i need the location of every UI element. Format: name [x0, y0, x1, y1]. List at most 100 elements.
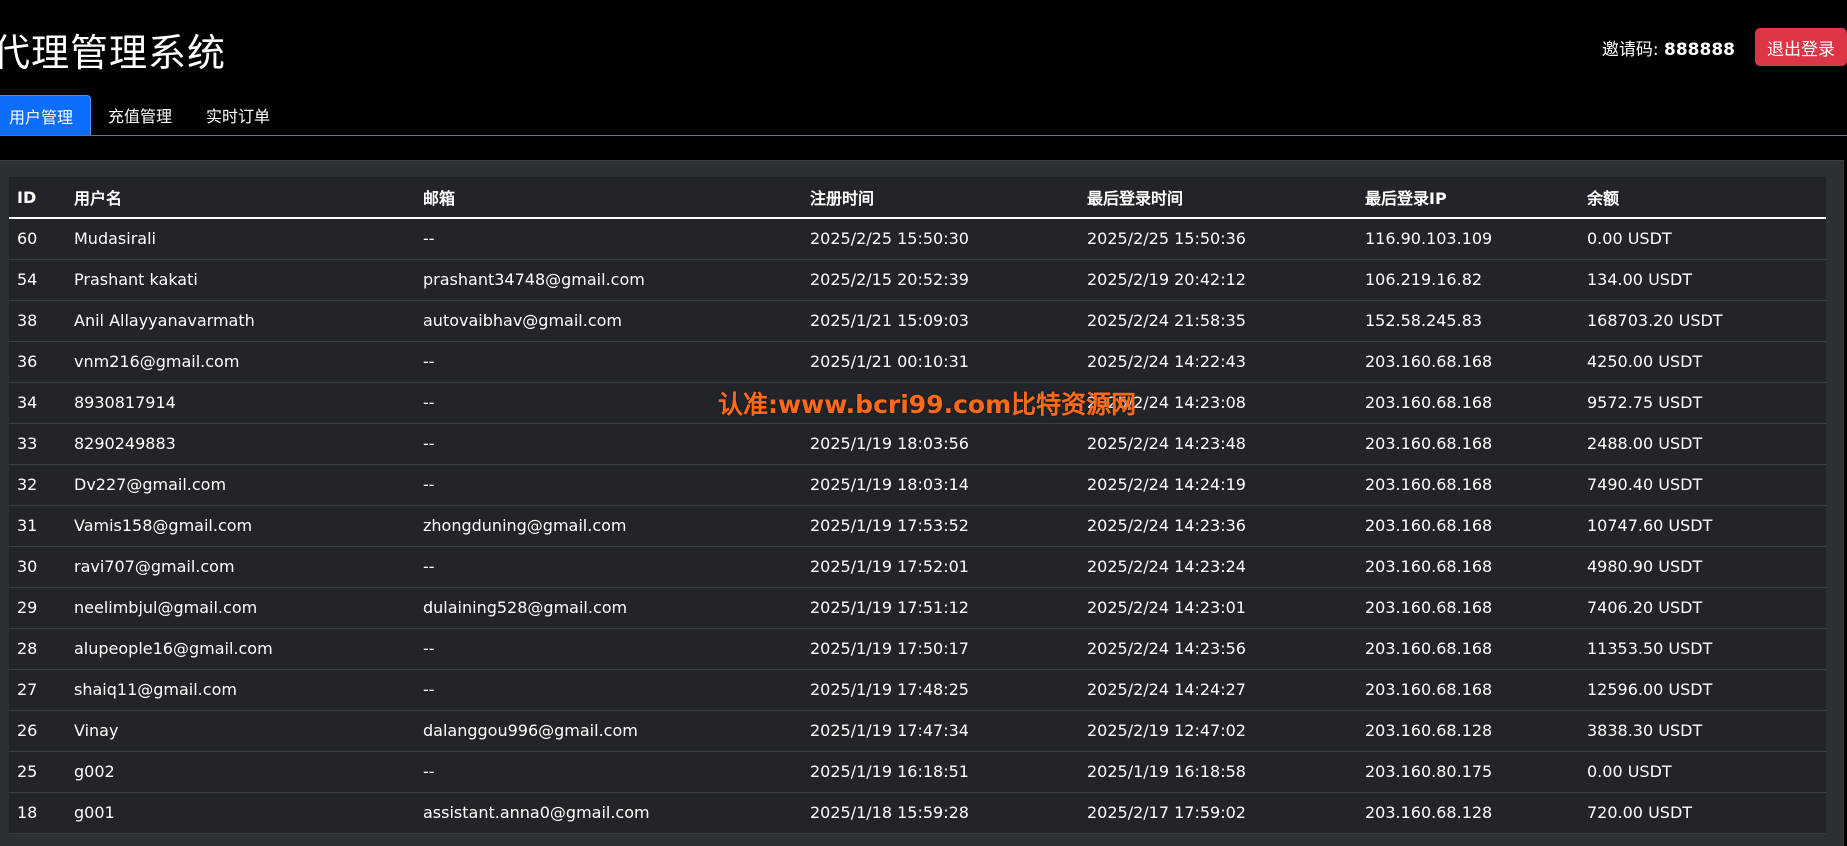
table-row: 34 8930817914 -- 2025/2/24 14:23:08 203.160.…: [9, 382, 1826, 424]
cell-register-time: 2025/1/19 16:18:51: [802, 751, 1079, 793]
cell-last-login-ip: 203.160.68.168: [1357, 546, 1579, 588]
cell-last-login-ip: 152.58.245.83: [1357, 300, 1579, 342]
cell-id: 26: [9, 710, 66, 752]
cell-last-login-time: 2025/2/24 14:23:24: [1079, 546, 1357, 588]
table-row: 60 Mudasirali -- 2025/2/25 15:50:30 2025/2/2…: [9, 218, 1826, 260]
invite-label: 邀请码:: [1601, 39, 1659, 60]
cell-username: Mudasirali: [66, 218, 415, 260]
cell-register-time: [802, 382, 1079, 424]
cell-balance: 4250.00 USDT: [1579, 341, 1826, 383]
cell-username: Anil Allayyanavarmath: [66, 300, 415, 342]
tab-recharge-management[interactable]: 充值管理: [91, 95, 189, 135]
cell-register-time: 2025/2/15 20:52:39: [802, 259, 1079, 301]
content-panel: ID 用户名 邮箱 注册时间 最后登录时间 最后登录IP 余额 60 Mudasi…: [0, 160, 1844, 846]
cell-last-login-ip: 203.160.80.175: [1357, 751, 1579, 793]
table-row: 31 Vamis158@gmail.com zhongduning@gmail.co…: [9, 505, 1826, 547]
cell-username: neelimbjul@gmail.com: [66, 587, 415, 629]
cell-email: dulaining528@gmail.com: [415, 587, 802, 629]
cell-register-time: 2025/1/19 17:47:34: [802, 710, 1079, 752]
cell-email: zhongduning@gmail.com: [415, 505, 802, 547]
cell-email: --: [415, 751, 802, 793]
invite-code-value: 888888: [1664, 39, 1735, 60]
users-table: ID 用户名 邮箱 注册时间 最后登录时间 最后登录IP 余额 60 Mudasi…: [9, 177, 1826, 834]
cell-id: 36: [9, 341, 66, 383]
cell-last-login-ip: 203.160.68.168: [1357, 341, 1579, 383]
cell-register-time: 2025/1/19 17:48:25: [802, 669, 1079, 711]
cell-username: Dv227@gmail.com: [66, 464, 415, 506]
logout-button[interactable]: 退出登录: [1755, 28, 1847, 66]
cell-email: --: [415, 218, 802, 260]
cell-register-time: 2025/1/19 18:03:14: [802, 464, 1079, 506]
page: 代理管理系统 邀请码: 888888 退出登录 用户管理 充值管理 实时订单 I…: [0, 0, 1847, 846]
cell-register-time: 2025/1/18 15:59:28: [802, 792, 1079, 834]
cell-last-login-time: 2025/2/24 14:24:27: [1079, 669, 1357, 711]
cell-id: 18: [9, 792, 66, 834]
table-row: 28 alupeople16@gmail.com -- 2025/1/19 17:50…: [9, 628, 1826, 670]
cell-balance: 12596.00 USDT: [1579, 669, 1826, 711]
cell-register-time: 2025/1/19 18:03:56: [802, 423, 1079, 465]
cell-email: autovaibhav@gmail.com: [415, 300, 802, 342]
cell-last-login-time: 2025/2/24 14:22:43: [1079, 341, 1357, 383]
cell-balance: 0.00 USDT: [1579, 218, 1826, 260]
table-row: 18 g001 assistant.anna0@gmail.com 2025/1/18…: [9, 792, 1826, 834]
cell-register-time: 2025/1/19 17:53:52: [802, 505, 1079, 547]
cell-id: 30: [9, 546, 66, 588]
column-header-last-login-time: 最后登录时间: [1079, 177, 1357, 219]
cell-last-login-time: 2025/2/24 14:23:56: [1079, 628, 1357, 670]
cell-register-time: 2025/2/25 15:50:30: [802, 218, 1079, 260]
cell-email: --: [415, 423, 802, 465]
cell-id: 31: [9, 505, 66, 547]
cell-last-login-time: 2025/2/24 14:24:19: [1079, 464, 1357, 506]
tab-user-management[interactable]: 用户管理: [0, 95, 92, 135]
cell-balance: 720.00 USDT: [1579, 792, 1826, 834]
cell-last-login-time: 2025/2/19 12:47:02: [1079, 710, 1357, 752]
cell-balance: 2488.00 USDT: [1579, 423, 1826, 465]
cell-username: g002: [66, 751, 415, 793]
tab-bar: 用户管理 充值管理 实时订单: [0, 94, 1847, 136]
table-row: 27 shaiq11@gmail.com -- 2025/1/19 17:48:25 2…: [9, 669, 1826, 711]
cell-email: --: [415, 628, 802, 670]
table-row: 29 neelimbjul@gmail.com dulaining528@gmail…: [9, 587, 1826, 629]
invite-code-display: 邀请码: 888888: [1602, 35, 1735, 60]
header-actions: 邀请码: 888888 退出登录: [1602, 28, 1847, 66]
cell-register-time: 2025/1/19 17:51:12: [802, 587, 1079, 629]
cell-last-login-time: 2025/2/24 14:23:36: [1079, 505, 1357, 547]
cell-balance: 4980.90 USDT: [1579, 546, 1826, 588]
cell-register-time: 2025/1/21 00:10:31: [802, 341, 1079, 383]
cell-username: Vinay: [66, 710, 415, 752]
cell-id: 38: [9, 300, 66, 342]
cell-id: 33: [9, 423, 66, 465]
table-row: 54 Prashant kakati prashant34748@gmail.com…: [9, 259, 1826, 301]
column-header-last-login-ip: 最后登录IP: [1357, 177, 1579, 219]
cell-balance: 10747.60 USDT: [1579, 505, 1826, 547]
cell-last-login-ip: 203.160.68.128: [1357, 710, 1579, 752]
tab-realtime-orders[interactable]: 实时订单: [189, 95, 287, 135]
column-header-email: 邮箱: [415, 177, 802, 219]
cell-id: 34: [9, 382, 66, 424]
table-body: 60 Mudasirali -- 2025/2/25 15:50:30 2025/2/2…: [9, 218, 1826, 834]
cell-username: g001: [66, 792, 415, 834]
cell-email: dalanggou996@gmail.com: [415, 710, 802, 752]
cell-last-login-time: 2025/2/24 21:58:35: [1079, 300, 1357, 342]
cell-last-login-ip: 203.160.68.168: [1357, 464, 1579, 506]
cell-id: 28: [9, 628, 66, 670]
table-row: 32 Dv227@gmail.com -- 2025/1/19 18:03:14 202…: [9, 464, 1826, 506]
cell-id: 54: [9, 259, 66, 301]
cell-last-login-ip: 203.160.68.168: [1357, 587, 1579, 629]
cell-email: --: [415, 382, 802, 424]
cell-register-time: 2025/1/19 17:50:17: [802, 628, 1079, 670]
cell-email: --: [415, 546, 802, 588]
cell-last-login-ip: 203.160.68.128: [1357, 792, 1579, 834]
cell-last-login-ip: 203.160.68.168: [1357, 423, 1579, 465]
cell-last-login-ip: 203.160.68.168: [1357, 382, 1579, 424]
cell-email: assistant.anna0@gmail.com: [415, 792, 802, 834]
cell-last-login-time: 2025/2/17 17:59:02: [1079, 792, 1357, 834]
cell-username: ravi707@gmail.com: [66, 546, 415, 588]
table-row: 36 vnm216@gmail.com -- 2025/1/21 00:10:31 20…: [9, 341, 1826, 383]
page-title: 代理管理系统: [0, 31, 227, 75]
cell-username: Vamis158@gmail.com: [66, 505, 415, 547]
cell-balance: 7490.40 USDT: [1579, 464, 1826, 506]
cell-email: --: [415, 464, 802, 506]
cell-id: 32: [9, 464, 66, 506]
cell-balance: 7406.20 USDT: [1579, 587, 1826, 629]
